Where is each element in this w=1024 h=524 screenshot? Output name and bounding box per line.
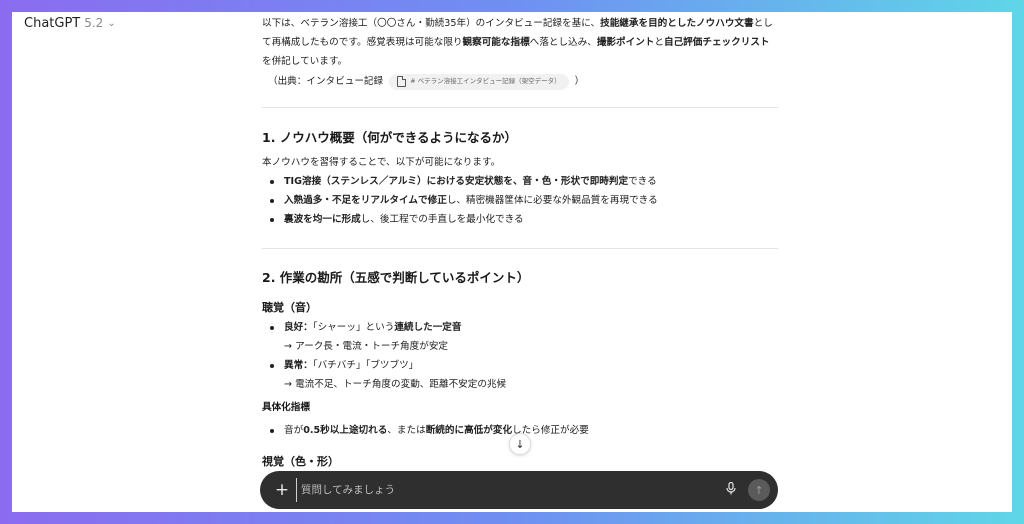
section1-list: TIG溶接（ステンレス／アルミ）における安定状態を、音・色・形状で即時判定できる… (262, 172, 778, 229)
chat-window: ChatGPT 5.2 ⌄ 以下は、ベテラン溶接工（〇〇さん・勤続35年）のイン… (12, 12, 1012, 512)
divider (262, 107, 778, 108)
subsection-title: 視覚（色・形） (262, 455, 339, 468)
scroll-to-bottom-button[interactable]: ↓ (509, 433, 531, 455)
message-input[interactable] (296, 478, 720, 502)
list-item: 入熱過多・不足をリアルタイムで修正し、精密機器筐体に必要な外観品質を再現できる (262, 191, 778, 210)
section1-body: 本ノウハウを習得することで、以下が可能になります。 TIG溶接（ステンレス／アル… (262, 153, 778, 229)
model-name: ChatGPT (24, 15, 81, 31)
arrow-down-icon: ↓ (515, 437, 525, 451)
section-title: 1. ノウハウ概要（何ができるようになるか） (262, 130, 518, 145)
list-item: 異常：「バチバチ」「ブツブツ」 (262, 356, 778, 375)
arrow-up-icon: ↑ (754, 483, 764, 497)
source-citation: （出典：インタビュー記録 # ベテラン溶接工インタビュー記録（架空データ） ） (262, 72, 778, 91)
model-selector[interactable]: ChatGPT 5.2 ⌄ (24, 12, 116, 34)
message-composer: + ↑ (260, 471, 778, 509)
document-icon (397, 76, 407, 87)
intro-paragraph: 以下は、ベテラン溶接工（〇〇さん・勤続35年）のインタビュー記録を基に、技能継承… (262, 12, 778, 91)
send-button[interactable]: ↑ (748, 479, 770, 501)
list-item: TIG溶接（ステンレス／アルミ）における安定状態を、音・色・形状で即時判定できる (262, 172, 778, 191)
subsection-title: 具体化指標 (262, 402, 310, 413)
list-item: 裏波を均一に形成し、後工程での手直しを最小化できる (262, 210, 778, 229)
list-item: 良好：「シャーッ」という連続した一定音 (262, 318, 778, 337)
subsection-title: 聴覚（音） (262, 301, 317, 314)
hearing-list: 良好：「シャーッ」という連続した一定音 → アーク長・電流・トーチ角度が安定 異… (262, 318, 778, 394)
microphone-icon[interactable] (720, 481, 742, 498)
source-chip[interactable]: # ベテラン溶接工インタビュー記録（架空データ） (389, 73, 569, 90)
section-title: 2. 作業の勘所（五感で判断しているポイント） (262, 270, 530, 285)
plus-icon[interactable]: + (268, 480, 296, 500)
divider (262, 248, 778, 249)
model-version: 5.2 (84, 16, 104, 30)
chevron-down-icon: ⌄ (107, 17, 116, 29)
